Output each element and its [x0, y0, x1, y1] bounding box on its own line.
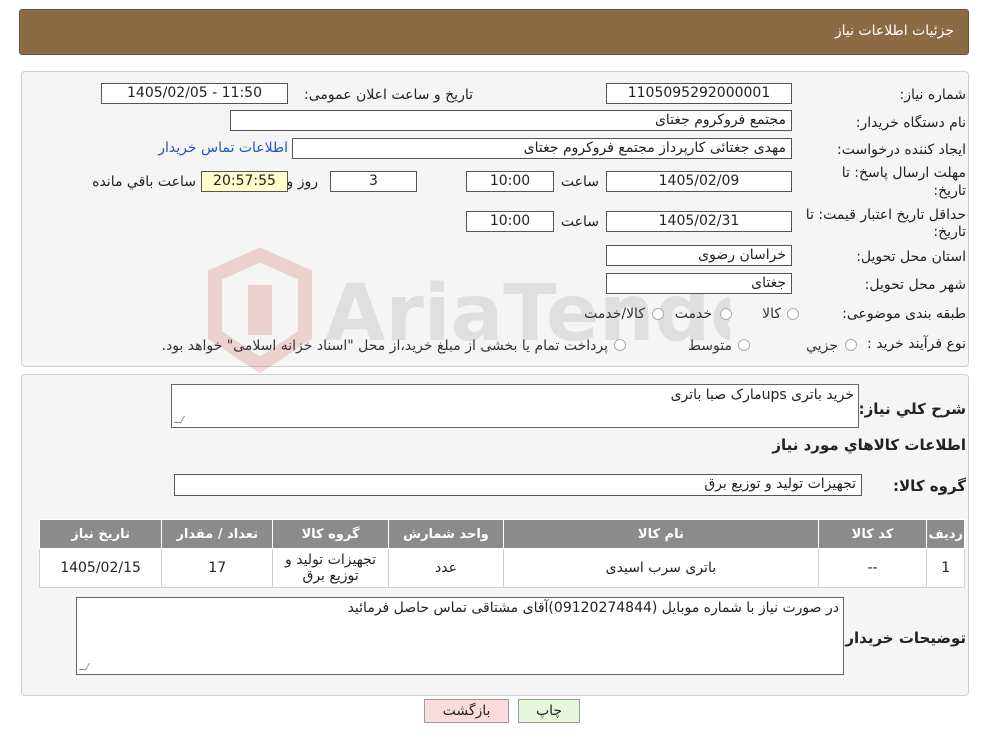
category-goods-service-label: کالا/خدمت	[584, 306, 645, 322]
table-row[interactable]: 1 -- باتری سرب اسیدی عدد تجهیزات تولید و…	[38, 548, 965, 588]
cell-row: 1	[926, 548, 965, 588]
province-field[interactable]: خراسان رضوی	[606, 245, 792, 266]
city-label: شهر محل تحویل:	[864, 277, 966, 293]
goods-group-label: گروه کالا:	[893, 477, 966, 495]
category-goods-label: کالا	[762, 306, 781, 322]
remaining-label: ساعت باقي مانده	[92, 174, 196, 190]
process-radio-treasury[interactable]	[614, 339, 626, 351]
resize-grip-icon[interactable]	[173, 416, 186, 423]
col-unit-header: واحد شمارش	[387, 519, 505, 549]
province-label: استان محل تحویل:	[856, 249, 966, 265]
announce-field[interactable]: 1405/02/05 - 11:50	[101, 83, 288, 104]
deadline-time-field[interactable]: 10:00	[466, 171, 554, 192]
need-description-label: شرح کلي نياز:	[858, 400, 966, 418]
days-label: روز و	[286, 174, 319, 190]
need-number-field[interactable]: 1105095292000001	[606, 83, 792, 104]
buyer-contact-link[interactable]: اطلاعات تماس خریدار	[158, 140, 288, 156]
col-name-header: نام کالا	[503, 519, 819, 549]
need-description-text: خرید باتری upsمارک صبا باتری	[670, 387, 854, 403]
items-table: رديف کد کالا نام کالا واحد شمارش گروه کا…	[38, 519, 965, 588]
buyer-notes-field[interactable]: در صورت نیاز با شماره موبایل (0912027484…	[76, 597, 844, 675]
validity-label-2: تاریخ:	[933, 224, 966, 240]
announce-label: تاریخ و ساعت اعلان عمومی:	[304, 87, 473, 103]
validity-label: حداقل تاریخ اعتبار قیمت: تا	[805, 207, 966, 223]
deadline-label-2: تاریخ:	[933, 183, 966, 199]
validity-time-field[interactable]: 10:00	[466, 211, 554, 232]
col-date-header: تاریخ نیاز	[38, 519, 163, 549]
process-note: پرداخت تمام یا بخشی از مبلغ خرید،از محل …	[161, 338, 608, 354]
requester-field[interactable]: مهدی جغتائی کارپرداز مجتمع فروکروم جغتای	[292, 138, 792, 159]
deadline-label: مهلت ارسال پاسخ: تا	[841, 165, 966, 181]
validity-time-label: ساعت	[560, 214, 599, 230]
buyer-org-field[interactable]: مجتمع فروکروم جغتای	[230, 110, 792, 131]
need-number-label: شماره نیاز:	[899, 87, 967, 103]
buyer-notes-text: در صورت نیاز با شماره موبایل (0912027484…	[347, 600, 839, 616]
cell-name: باتری سرب اسیدی	[503, 548, 819, 588]
col-code-header: کد کالا	[817, 519, 928, 549]
col-qty-header: تعداد / مقدار	[161, 519, 274, 549]
validity-date-field[interactable]: 1405/02/31	[606, 211, 792, 232]
need-description-field[interactable]: خرید باتری upsمارک صبا باتری	[171, 384, 859, 428]
days-field[interactable]: 3	[330, 171, 417, 192]
process-medium-label: متوسط	[688, 338, 732, 354]
resize-grip-icon[interactable]	[78, 663, 91, 670]
buyer-org-label: نام دستگاه خریدار:	[855, 115, 966, 131]
deadline-time-label: ساعت	[560, 174, 599, 190]
cell-unit: عدد	[387, 548, 505, 588]
print-button[interactable]: چاپ	[518, 699, 580, 723]
items-section-title: اطلاعات کالاهاي مورد نياز	[772, 436, 966, 454]
category-radio-goods-service[interactable]	[652, 308, 664, 320]
col-row-header: رديف	[926, 519, 965, 549]
category-radio-service[interactable]	[720, 308, 732, 320]
buyer-notes-label: توضیحات خریدار:	[839, 629, 966, 647]
process-label: نوع فرآیند خرید :	[867, 336, 966, 352]
back-button[interactable]: بازگشت	[424, 699, 509, 723]
table-header-row: رديف کد کالا نام کالا واحد شمارش گروه کا…	[38, 519, 965, 549]
process-minor-label: جزيي	[806, 338, 838, 354]
category-label: طبقه بندی موضوعی:	[842, 306, 966, 322]
remaining-time-field: 20:57:55	[201, 171, 288, 192]
cell-date: 1405/02/15	[38, 548, 163, 588]
category-service-label: خدمت	[674, 306, 712, 322]
page-header: جزئیات اطلاعات نیاز	[19, 9, 969, 55]
col-group-header: گروه کالا	[272, 519, 389, 549]
category-radio-goods[interactable]	[787, 308, 799, 320]
page-title: جزئیات اطلاعات نیاز	[834, 23, 954, 39]
process-radio-medium[interactable]	[738, 339, 750, 351]
cell-code: --	[817, 548, 928, 588]
goods-group-field[interactable]: تجهیزات تولید و توزیع برق	[174, 474, 862, 496]
process-radio-minor[interactable]	[845, 339, 857, 351]
requester-label: ایجاد کننده درخواست:	[837, 142, 966, 158]
cell-qty: 17	[161, 548, 274, 588]
cell-group: تجهیزات تولید و توزیع برق	[272, 548, 389, 588]
city-field[interactable]: جغتای	[606, 273, 792, 294]
deadline-date-field[interactable]: 1405/02/09	[606, 171, 792, 192]
